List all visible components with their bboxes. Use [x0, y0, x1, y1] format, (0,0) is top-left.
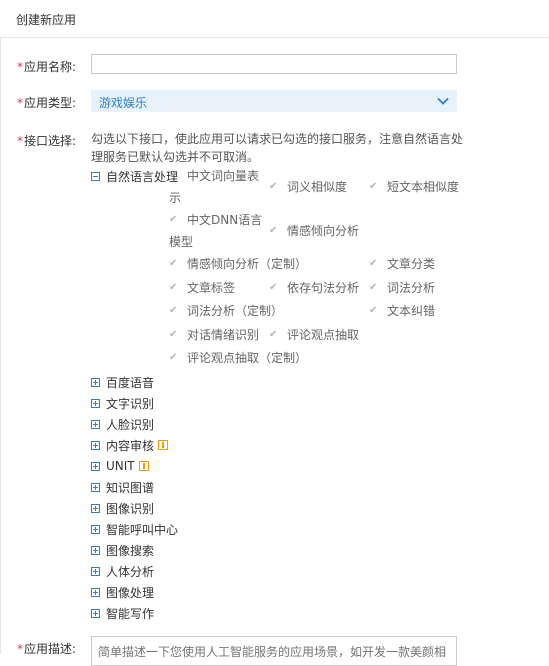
app-desc-label: *应用描述: [17, 642, 77, 656]
expand-icon[interactable] [91, 524, 100, 534]
app-type-value: 游戏娱乐 [99, 96, 148, 110]
checkbox-lexical-analysis-custom[interactable]: ✔ 词法分析（定制） [169, 300, 283, 322]
expand-icon[interactable] [91, 608, 100, 618]
required-mark: * [17, 60, 23, 74]
collapse-icon[interactable] [91, 171, 100, 181]
tree-node-body-analysis[interactable]: 人体分析 [91, 563, 154, 579]
required-mark: * [17, 96, 23, 110]
checkbox-comment-tag-custom[interactable]: ✔ 评论观点抽取（定制） [169, 347, 307, 369]
tree-node-smart-writing[interactable]: 智能写作 [91, 605, 154, 621]
tree-node-baidu-speech[interactable]: 百度语音 [91, 374, 154, 390]
app-name-input[interactable] [91, 54, 457, 74]
checkbox-dialog-emotion[interactable]: ✔ 对话情绪识别 [169, 324, 259, 346]
tree-node-image-process[interactable]: 图像处理 [91, 584, 154, 600]
checkbox-article-classification[interactable]: ✔ 文章分类 [369, 253, 435, 275]
page-title: 创建新应用 [16, 13, 77, 27]
checkbox-text-correction[interactable]: ✔ 文本纠错 [369, 300, 435, 322]
tree-node-image-recognition[interactable]: 图像识别 [91, 500, 154, 516]
app-desc-textarea[interactable] [91, 636, 457, 666]
tree-node-knowledge-graph[interactable]: 知识图谱 [91, 479, 154, 495]
checkbox-word-similarity[interactable]: ✔ 词义相似度 [269, 176, 347, 198]
page-header: 创建新应用 [0, 0, 549, 38]
expand-icon[interactable] [91, 503, 100, 513]
check-icon: ✔ [169, 352, 178, 363]
api-select-description: 勾选以下接口，使此应用可以请求已勾选的接口服务，注意自然语言处 理服务已默认勾选… [91, 132, 464, 164]
panel-border [0, 38, 1, 654]
expand-icon[interactable] [91, 377, 100, 387]
check-icon: ✔ [369, 181, 378, 192]
check-icon: ✔ [169, 329, 178, 340]
check-icon: ✔ [369, 305, 378, 316]
check-icon: ✔ [369, 258, 378, 269]
check-icon: ✔ [169, 282, 178, 293]
check-icon: ✔ [169, 258, 178, 269]
tree-node-ocr[interactable]: 文字识别 [91, 395, 154, 411]
expand-icon[interactable] [91, 398, 100, 408]
info-icon[interactable] [138, 461, 149, 471]
expand-icon[interactable] [91, 419, 100, 429]
check-icon: ✔ [269, 329, 278, 340]
checkbox-lexical-analysis[interactable]: ✔ 词法分析 [369, 277, 435, 299]
check-icon: ✔ [169, 170, 178, 181]
app-type-select[interactable]: 游戏娱乐 [91, 90, 457, 112]
info-icon[interactable] [158, 440, 169, 450]
required-mark: * [17, 134, 23, 148]
checkbox-dnn-language-model[interactable]: ✔ 中文DNN语言 模型 [169, 209, 264, 253]
expand-icon[interactable] [91, 587, 100, 597]
tree-node-call-center[interactable]: 智能呼叫中心 [91, 521, 178, 537]
app-name-label: *应用名称: [17, 60, 77, 74]
check-icon: ✔ [269, 225, 278, 236]
check-icon: ✔ [269, 181, 278, 192]
checkbox-dependency-parsing[interactable]: ✔ 依存句法分析 [269, 277, 359, 299]
expand-icon[interactable] [91, 482, 100, 492]
check-icon: ✔ [369, 282, 378, 293]
check-icon: ✔ [169, 305, 178, 316]
checkbox-comment-tag[interactable]: ✔ 评论观点抽取 [269, 324, 359, 346]
check-icon: ✔ [269, 282, 278, 293]
check-icon: ✔ [169, 214, 178, 225]
api-select-label: *接口选择: [17, 134, 77, 148]
checkbox-short-text-similarity[interactable]: ✔ 短文本相似度 [369, 176, 459, 198]
tree-node-unit[interactable]: UNIT [91, 458, 149, 474]
app-type-label: *应用类型: [17, 96, 77, 110]
expand-icon[interactable] [91, 440, 100, 450]
expand-icon[interactable] [91, 545, 100, 555]
tree-node-content-audit[interactable]: 内容审核 [91, 437, 169, 453]
tree-node-image-search[interactable]: 图像搜索 [91, 542, 154, 558]
checkbox-article-tag[interactable]: ✔ 文章标签 [169, 277, 235, 299]
tree-node-face[interactable]: 人脸识别 [91, 416, 154, 432]
checkbox-sentiment-custom[interactable]: ✔ 情感倾向分析（定制） [169, 253, 307, 275]
checkbox-sentiment[interactable]: ✔ 情感倾向分析 [269, 220, 359, 242]
expand-icon[interactable] [91, 566, 100, 576]
tree-node-nlp[interactable]: 自然语言处理 [91, 168, 178, 184]
checkbox-word-vector[interactable]: ✔ 中文词向量表 示 [169, 165, 264, 209]
expand-icon[interactable] [91, 461, 100, 471]
chevron-down-icon [437, 97, 449, 105]
